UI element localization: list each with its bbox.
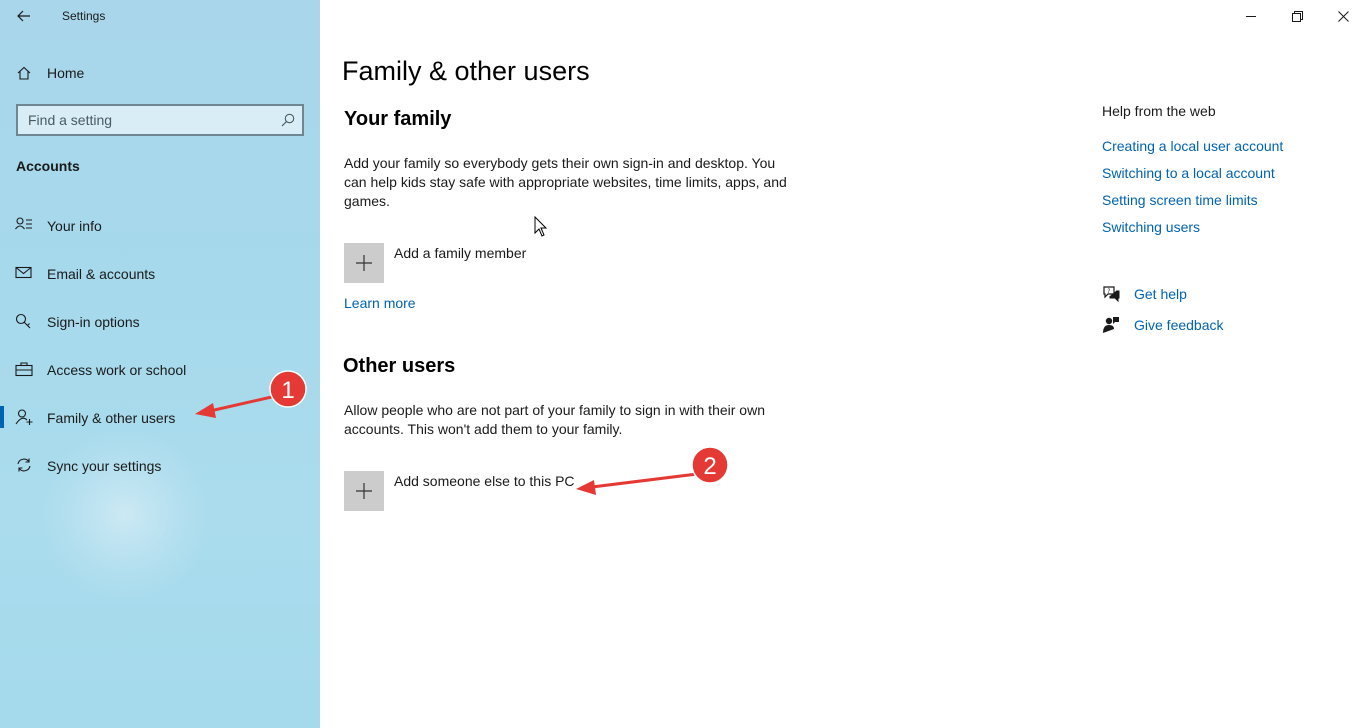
help-link-switching-users[interactable]: Switching users	[1102, 219, 1200, 235]
get-help-link[interactable]: Get help	[1134, 286, 1187, 302]
plus-icon	[356, 255, 372, 271]
person-add-icon	[15, 409, 33, 425]
svg-text:?: ?	[1107, 288, 1110, 295]
restore-icon	[1291, 10, 1303, 22]
search-box[interactable]	[16, 104, 304, 136]
sidebar-item-family[interactable]: Family & other users	[0, 397, 320, 437]
page-title: Family & other users	[342, 56, 590, 86]
back-button[interactable]	[8, 4, 40, 28]
learn-more-link[interactable]: Learn more	[344, 295, 416, 311]
nav-home[interactable]: Home	[0, 58, 320, 88]
help-heading: Help from the web	[1102, 103, 1216, 119]
main-content: Family & other users Your family Add you…	[320, 0, 1366, 728]
mail-icon	[15, 266, 32, 279]
sync-icon	[17, 458, 31, 472]
sidebar-item-sign-in[interactable]: Sign-in options	[0, 301, 320, 341]
minimize-icon	[1245, 15, 1256, 17]
sidebar-item-label: Sign-in options	[47, 314, 140, 330]
sidebar-item-label: Family & other users	[47, 410, 176, 426]
family-description: Add your family so everybody gets their …	[344, 155, 787, 209]
sidebar-item-your-info[interactable]: Your info	[0, 205, 320, 245]
add-family-member-label[interactable]: Add a family member	[394, 245, 526, 261]
add-family-member-tile[interactable]	[344, 243, 384, 283]
key-icon	[15, 313, 31, 329]
nav-home-label: Home	[47, 65, 85, 81]
other-users-heading: Other users	[343, 355, 456, 377]
app-title: Settings	[62, 9, 106, 23]
get-help-icon: ?	[1103, 286, 1120, 303]
sidebar-item-sync[interactable]: Sync your settings	[0, 445, 320, 485]
other-users-description: Allow people who are not part of your fa…	[344, 402, 765, 437]
restore-button[interactable]	[1274, 0, 1320, 32]
help-link-local-account[interactable]: Creating a local user account	[1102, 138, 1283, 154]
search-icon[interactable]	[281, 113, 295, 127]
search-input[interactable]	[18, 106, 278, 134]
sidebar-item-email[interactable]: Email & accounts	[0, 253, 320, 293]
section-heading: Accounts	[16, 158, 80, 174]
feedback-icon	[1103, 317, 1119, 333]
help-link-screen-time[interactable]: Setting screen time limits	[1102, 192, 1258, 208]
window-controls	[1228, 0, 1366, 32]
home-icon	[17, 66, 31, 80]
briefcase-icon	[15, 362, 33, 377]
close-icon	[1337, 10, 1349, 22]
add-someone-else-tile[interactable]	[344, 471, 384, 511]
sidebar-item-label: Email & accounts	[47, 266, 156, 282]
give-feedback-link[interactable]: Give feedback	[1134, 317, 1224, 333]
sidebar-item-work-school[interactable]: Access work or school	[0, 349, 320, 389]
minimize-button[interactable]	[1228, 0, 1274, 32]
family-heading: Your family	[344, 108, 452, 130]
sidebar-item-label: Sync your settings	[47, 458, 162, 474]
sidebar-item-label: Access work or school	[47, 362, 187, 378]
active-indicator	[0, 406, 4, 428]
person-list-icon	[15, 217, 32, 230]
close-button[interactable]	[1320, 0, 1366, 32]
plus-icon	[356, 483, 372, 499]
add-someone-else-label[interactable]: Add someone else to this PC	[394, 473, 575, 489]
sidebar-item-label: Your info	[47, 218, 102, 234]
help-link-switch-local[interactable]: Switching to a local account	[1102, 165, 1275, 181]
sidebar: Settings Home Accounts Your info Email &…	[0, 0, 320, 728]
back-arrow-icon	[17, 10, 30, 22]
